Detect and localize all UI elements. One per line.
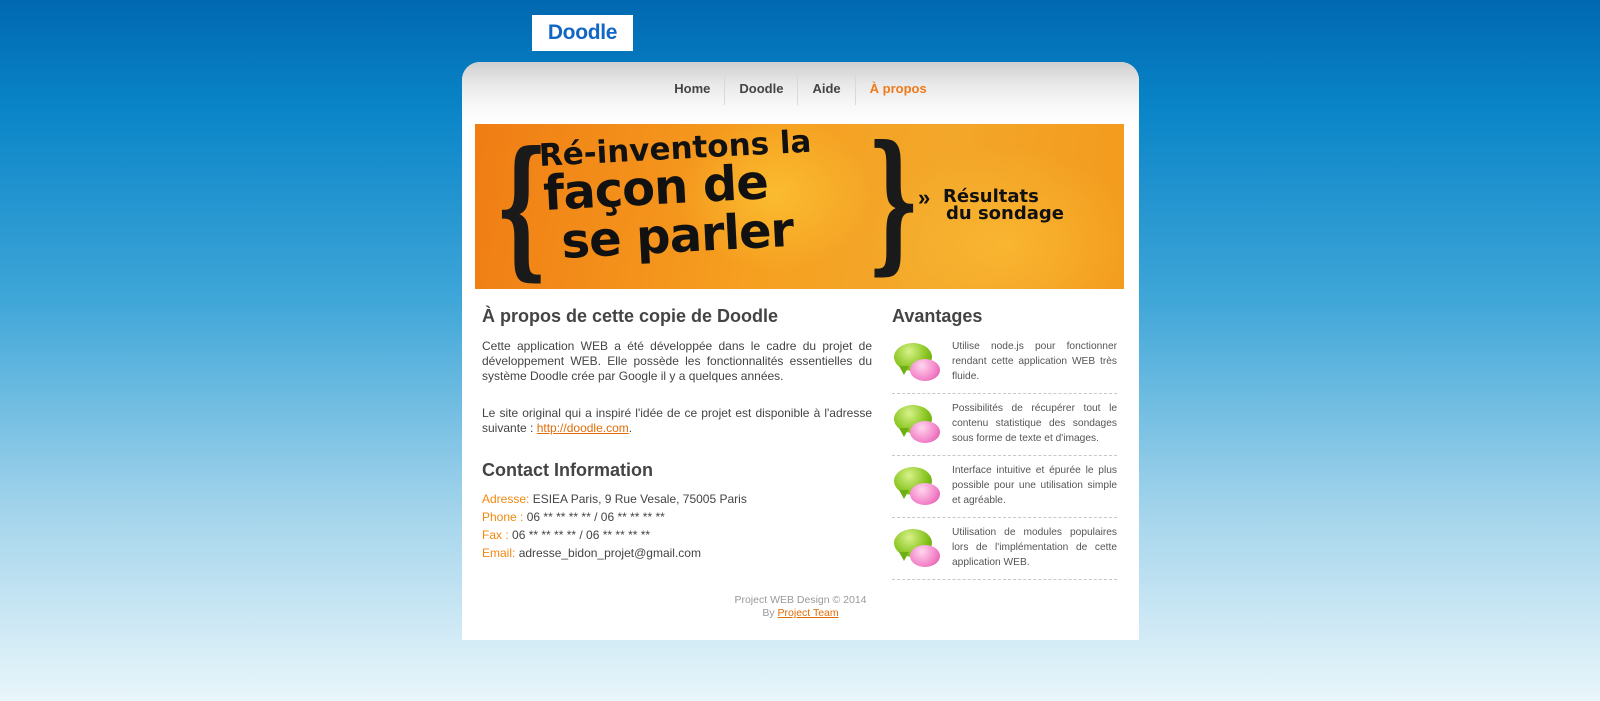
footer-copyright: Project WEB Design © 2014 [734,594,867,606]
chat-bubbles-icon [892,525,952,574]
main-nav: Home Doodle Aide À propos [462,62,1139,124]
list-item: Interface intuitive et épurée le plus po… [892,456,1117,518]
list-item: Utilisation de modules populaires lors d… [892,518,1117,580]
email-value: adresse_bidon_projet@gmail.com [518,546,701,560]
nav-item-aide[interactable]: Aide [798,74,856,105]
contact-info: Adresse: ESIEA Paris, 9 Rue Vesale, 7500… [482,490,872,562]
advantage-text: Interface intuitive et épurée le plus po… [952,465,1117,506]
contact-address-row: Adresse: ESIEA Paris, 9 Rue Vesale, 7500… [482,490,872,508]
about-paragraph-2-suffix: . [628,421,633,435]
list-item: Utilise node.js pour fonctionner rendant… [892,335,1117,394]
phone-value: 06 ** ** ** ** / 06 ** ** ** ** [526,510,665,524]
double-arrow-icon: » [918,185,931,210]
chat-bubbles-icon [892,401,952,450]
about-paragraph-1: Cette application WEB a été développée d… [482,339,872,383]
main-container: Home Doodle Aide À propos { Ré-inventons… [462,62,1139,640]
advantages-title: Avantages [892,306,983,326]
nav-item-a-propos[interactable]: À propos [856,74,941,105]
hero-banner: { Ré-inventons la façon de se parler } »… [475,124,1124,289]
about-title: À propos de cette copie de Doodle [482,306,779,326]
advantage-text: Utilisation de modules populaires lors d… [952,527,1117,568]
doodle-logo[interactable]: Doodle [532,15,633,51]
address-label: Adresse: [482,492,530,506]
fax-value: 06 ** ** ** ** / 06 ** ** ** ** [512,528,651,542]
advantage-text: Utilise node.js pour fonctionner rendant… [952,341,1117,382]
about-paragraph-2: Le site original qui a inspiré l'idée de… [482,406,872,436]
advantage-text: Possibilités de récupérer tout le conten… [952,403,1117,444]
advantages-list: Utilise node.js pour fonctionner rendant… [892,335,1117,580]
fax-label: Fax : [482,528,509,542]
nav-item-doodle[interactable]: Doodle [725,74,799,105]
list-item: Possibilités de récupérer tout le conten… [892,394,1117,456]
right-brace-glyph: } [867,124,921,289]
footer-by-prefix: By [762,607,778,619]
banner-line-3: se parler [560,201,795,270]
chat-bubbles-icon [892,463,952,512]
contact-phone-row: Phone : 06 ** ** ** ** / 06 ** ** ** ** [482,508,872,526]
contact-email-row: Email: adresse_bidon_projet@gmail.com [482,544,872,562]
banner-results-line-2: du sondage [946,203,1064,224]
email-label: Email: [482,546,516,560]
banner-results-label[interactable]: Résultats du sondage [943,188,1064,224]
about-section: À propos de cette copie de Doodle Cette … [482,304,872,562]
address-value: ESIEA Paris, 9 Rue Vesale, 75005 Paris [532,492,747,506]
contact-fax-row: Fax : 06 ** ** ** ** / 06 ** ** ** ** [482,526,872,544]
project-team-link[interactable]: Project Team [778,607,839,619]
chat-bubbles-icon [892,339,952,388]
contact-title: Contact Information [482,460,653,480]
footer-credits: By Project Team [462,607,1139,620]
advantages-section: Avantages Utilise node.js pour fonctionn… [892,304,1117,580]
footer: Project WEB Design © 2014 By Project Tea… [462,594,1139,620]
nav-item-home[interactable]: Home [660,74,726,105]
doodle-com-link[interactable]: http://doodle.com [537,421,629,435]
phone-label: Phone : [482,510,524,524]
